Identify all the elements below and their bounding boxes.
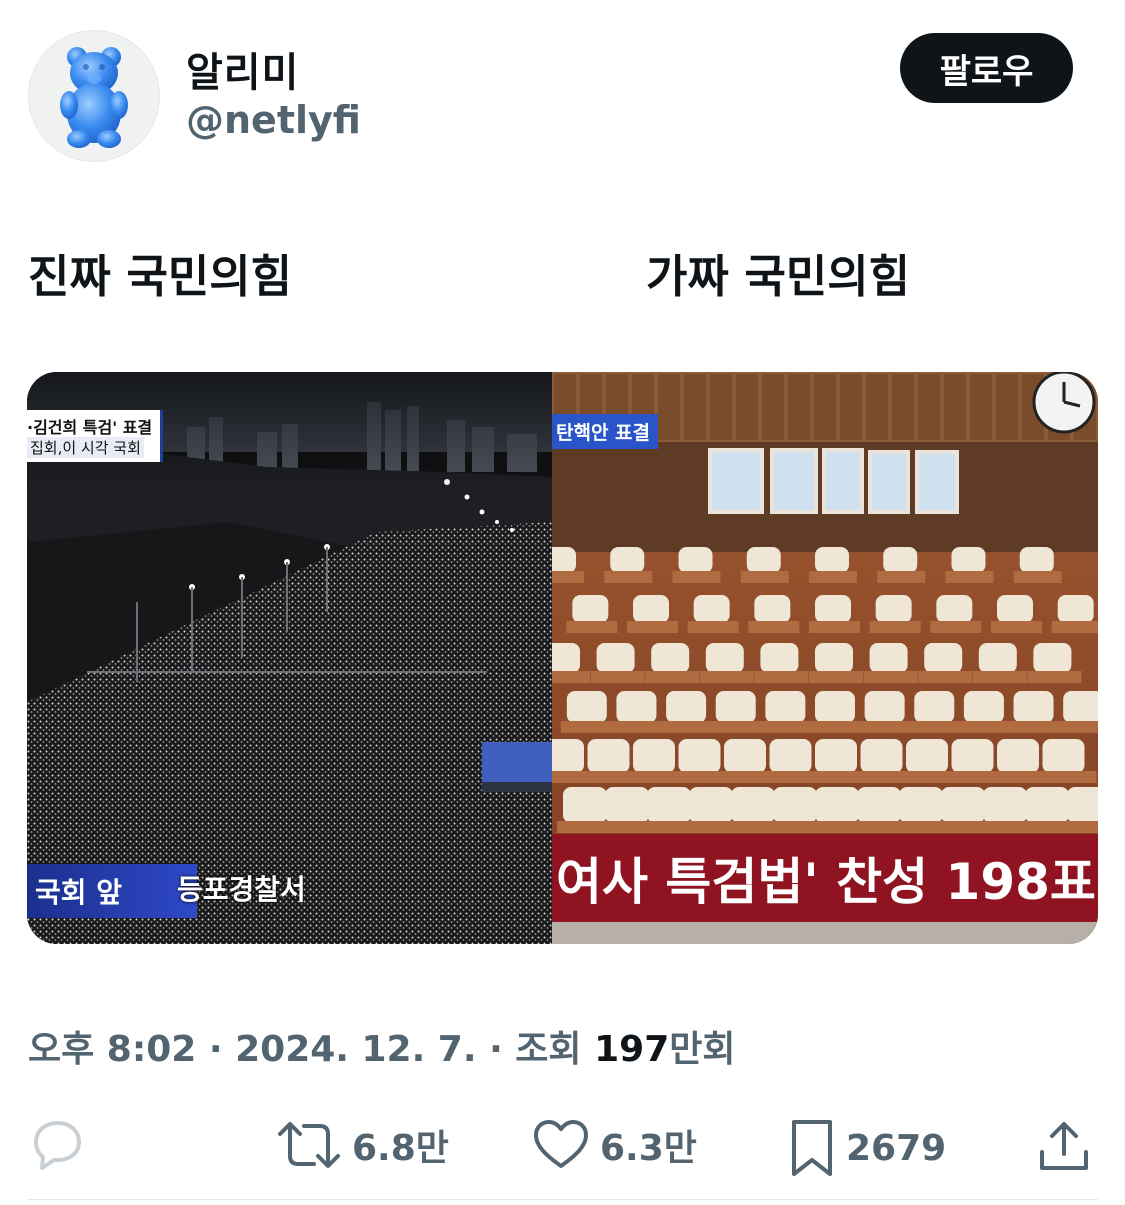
- reply-icon: [34, 1121, 81, 1170]
- share-icon: [1040, 1122, 1088, 1170]
- meta-separator: ·: [489, 1029, 516, 1070]
- meta-separator: ·: [208, 1029, 236, 1070]
- vote-tag: 탄핵안 표결: [552, 414, 659, 449]
- avatar[interactable]: [28, 30, 160, 162]
- tweet-date[interactable]: 2024. 12. 7.: [235, 1029, 476, 1070]
- heart-icon: [534, 1120, 588, 1168]
- gummy-bear-icon: [60, 47, 128, 148]
- crowd-photo[interactable]: ·김건희 특검' 표결 집회,이 시각 국회 국회 앞 등포경찰서: [27, 372, 552, 944]
- user-handle[interactable]: @netlyfi: [186, 98, 361, 142]
- caption-left: 진짜 국민의힘: [28, 250, 293, 303]
- retweet-count: 6.8만: [352, 1128, 449, 1169]
- share-button[interactable]: [1036, 1118, 1092, 1174]
- bookmark-icon: [792, 1120, 832, 1176]
- caption-right: 가짜 국민의힘: [646, 250, 911, 303]
- views-prefix: 조회: [515, 1029, 582, 1070]
- display-name[interactable]: 알리미: [186, 40, 299, 98]
- broadcast-tag-line1: ·김건희 특검' 표결: [27, 418, 153, 437]
- broadcast-tag: ·김건희 특검' 표결 집회,이 시각 국회: [27, 410, 163, 462]
- like-button[interactable]: 6.3만: [532, 1118, 697, 1172]
- views-count: 197: [594, 1029, 670, 1070]
- news-banner: 여사 특검법' 찬성 198표 부: [552, 834, 1098, 922]
- views-suffix: 만회: [669, 1029, 736, 1070]
- bookmark-button[interactable]: 2679: [788, 1118, 946, 1178]
- assembly-photo[interactable]: 탄핵안 표결 여사 특검법' 찬성 198표 부: [552, 372, 1098, 944]
- reply-button[interactable]: [28, 1118, 86, 1172]
- location-caption: 국회 앞: [27, 864, 197, 918]
- bookmark-count: 2679: [846, 1127, 947, 1169]
- police-caption: 등포경찰서: [177, 873, 306, 906]
- retweet-icon: [278, 1122, 340, 1168]
- bottom-divider: [28, 1199, 1098, 1200]
- tweet-media[interactable]: ·김건희 특검' 표결 집회,이 시각 국회 국회 앞 등포경찰서 탄핵안 표결…: [27, 372, 1098, 944]
- tweet-time[interactable]: 오후 8:02: [28, 1029, 196, 1070]
- follow-button[interactable]: 팔로우: [900, 33, 1073, 103]
- broadcast-tag-line2: 집회,이 시각 국회: [27, 437, 144, 458]
- tweet-meta: 오후 8:02 · 2024. 12. 7. · 조회 197만회: [28, 1020, 736, 1072]
- like-count: 6.3만: [600, 1128, 697, 1169]
- retweet-button[interactable]: 6.8만: [276, 1118, 449, 1172]
